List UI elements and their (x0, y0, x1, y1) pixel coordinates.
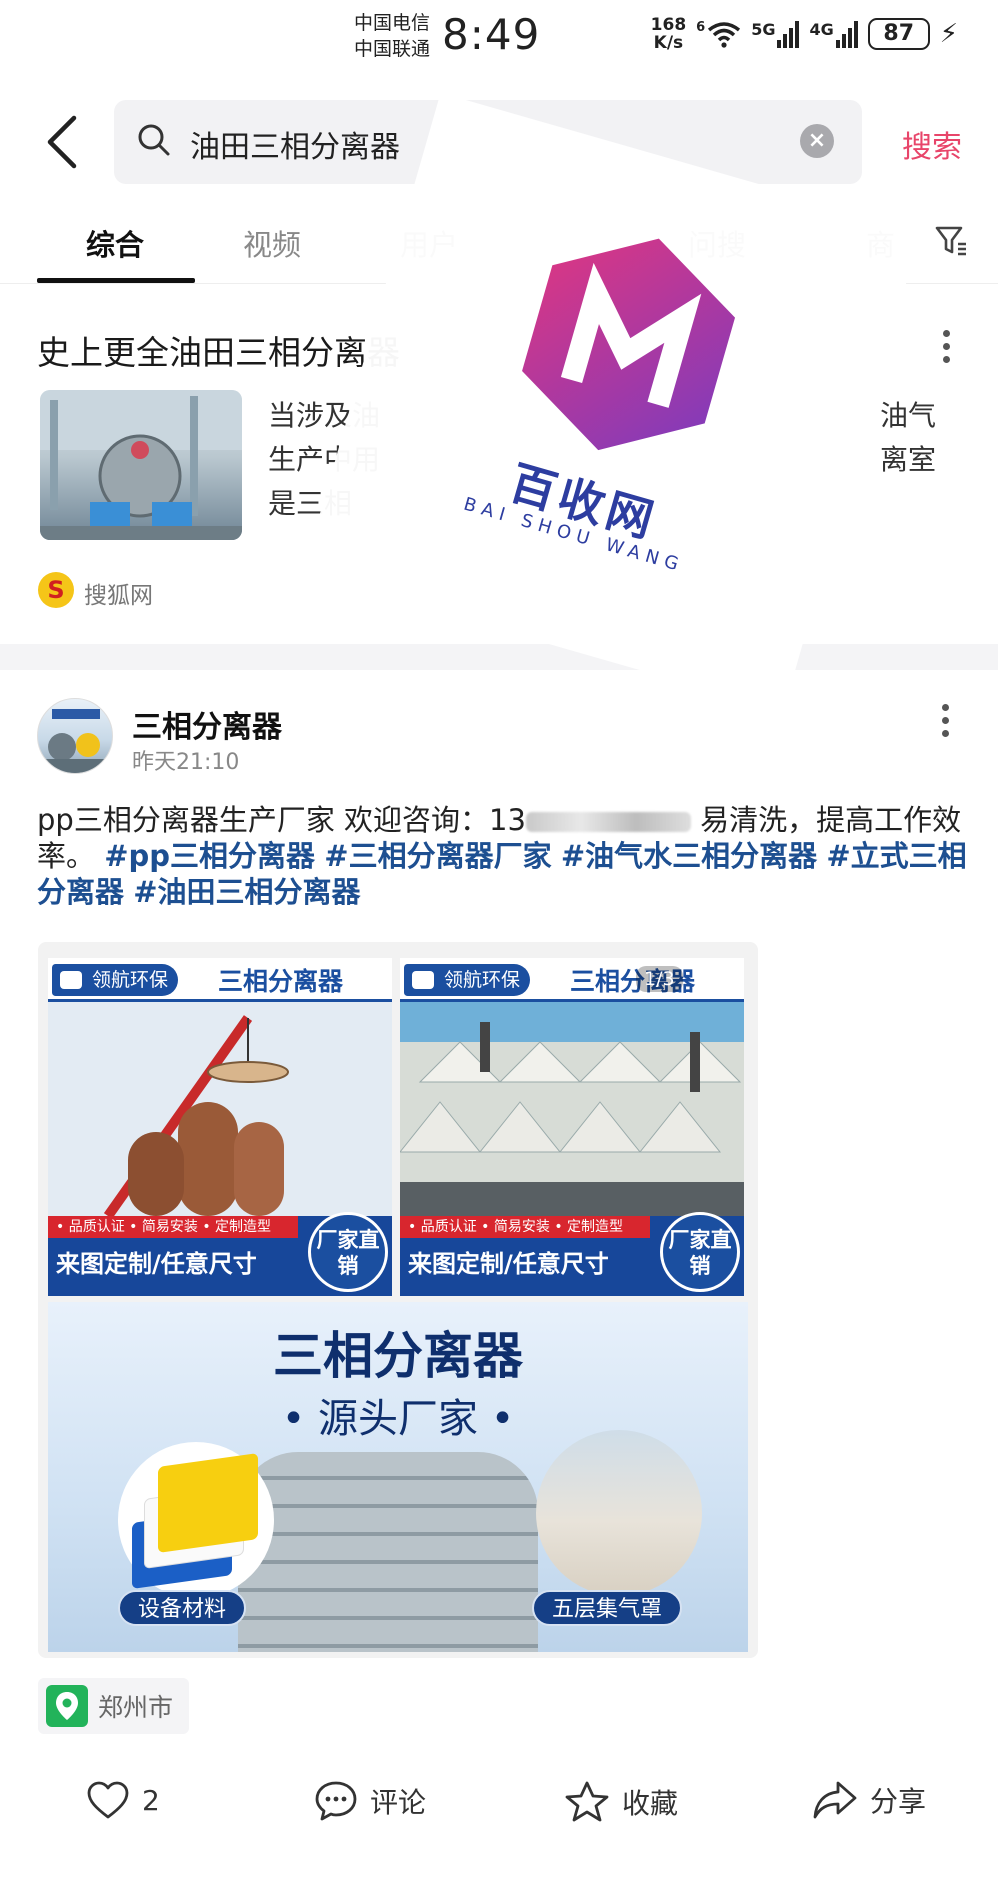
product-image-2[interactable]: 领航环保 三相分离器 1/3 • 品质认证 • 简易安装 • 定制造型 来图定制… (400, 958, 744, 1296)
quality-strip: • 品质认证 • 简易安装 • 定制造型 (400, 1216, 650, 1238)
location-tag[interactable]: 郑州市 (38, 1678, 190, 1734)
image-page-indicator: 1/3 (636, 966, 683, 992)
signal-5g-label: 5G (751, 20, 776, 39)
wifi-icon: 6 (696, 20, 741, 48)
search-results-page: 中国电信 中国联通 8:49 168 K/s 6 5G 4G 87 ⚡ 油田三相… (0, 0, 998, 1893)
clock: 8:49 (442, 10, 541, 59)
yellow-plate-icon (158, 1452, 258, 1554)
post-time: 昨天21:10 (132, 750, 240, 775)
tab-comprehensive[interactable]: 综合 (86, 222, 144, 264)
comment-button[interactable]: 评论 (314, 1780, 426, 1822)
net-speed: 168 K/s (651, 16, 687, 52)
battery-icon: 87 (867, 18, 930, 50)
back-arrow-icon (47, 115, 77, 169)
like-button[interactable]: 2 (86, 1780, 160, 1820)
like-count: 2 (142, 1783, 160, 1817)
charging-icon: ⚡ (939, 19, 958, 49)
filter-icon[interactable] (934, 224, 968, 262)
comment-icon (315, 1781, 357, 1821)
article-thumbnail[interactable] (40, 390, 242, 540)
article-snippet-right-2: 离室 (880, 443, 937, 476)
brand-badge: 领航环保 (52, 964, 179, 996)
signal-4g-label: 4G (809, 20, 834, 39)
post-image-gallery[interactable]: 领航环保 三相分离器 • 品质认证 • 简易安装 • 定制造型 来图定制/任意尺… (38, 942, 758, 1658)
tank-scene-icon (400, 1002, 744, 1216)
carrier-2: 中国联通 (354, 38, 431, 60)
direct-sale-badge: 厂家直销 (660, 1212, 740, 1292)
product-banner-image[interactable]: 三相分离器 • 源头厂家 • 设备材料 五层集气罩 (48, 1302, 748, 1652)
article-source[interactable]: 搜狐网 (84, 576, 153, 610)
hashtag[interactable]: #油田三相分离器 (133, 875, 360, 909)
avatar[interactable] (37, 698, 113, 774)
search-query: 油田三相分离器 (190, 130, 400, 165)
signal-5g-icon: 5G (751, 20, 800, 48)
tab-video[interactable]: 视频 (243, 222, 301, 264)
carrier-info: 中国电信 中国联通 (354, 10, 430, 62)
hashtag[interactable]: #pp三相分离器 (104, 839, 315, 873)
share-button[interactable]: 分享 (812, 1780, 926, 1820)
redacted-phone (525, 812, 691, 832)
post-body: pp三相分离器生产厂家 欢迎咨询：13 易清洗，提高工作效率。 #pp三相分离器… (37, 802, 967, 910)
avatar-image-icon (38, 709, 112, 773)
custom-size-label: 来图定制/任意尺寸 (56, 1250, 257, 1278)
factory-image-icon (40, 390, 242, 540)
product-image-1[interactable]: 领航环保 三相分离器 • 品质认证 • 简易安装 • 定制造型 来图定制/任意尺… (48, 958, 392, 1296)
post-author[interactable]: 三相分离器 (132, 702, 282, 746)
post-text-start: pp三相分离器生产厂家 欢迎咨询：13 (37, 803, 526, 837)
status-icons: 168 K/s 6 5G 4G 87 ⚡ (651, 16, 958, 52)
status-bar: 中国电信 中国联通 8:49 168 K/s 6 5G 4G 87 ⚡ (0, 0, 998, 78)
sohu-logo-icon: S (38, 572, 74, 608)
back-button[interactable] (42, 112, 82, 172)
image-title: 三相分离器 (218, 967, 344, 996)
post-action-bar: 2 评论 收藏 分享 (0, 1766, 998, 1846)
watermark-overlay: 百收网 BAI SHOU WANG (302, 92, 922, 712)
gas-hood-circle (536, 1430, 702, 1596)
direct-sale-badge: 厂家直销 (308, 1212, 388, 1292)
location-label: 郑州市 (98, 1693, 174, 1722)
heart-icon (87, 1781, 129, 1819)
favorite-label: 收藏 (622, 1787, 679, 1820)
share-icon (813, 1781, 857, 1819)
separator-structure-image (238, 1452, 538, 1652)
article-title[interactable]: 史上更全油田三相分离器 (37, 326, 400, 374)
brand-badge: 领航环保 (404, 964, 531, 996)
active-tab-indicator (37, 278, 195, 283)
hashtag[interactable]: #油气水三相分离器 (561, 839, 817, 873)
search-icon (136, 122, 172, 162)
favorite-button[interactable]: 收藏 (564, 1780, 678, 1824)
location-pin-icon (46, 1685, 88, 1727)
crane-scene-icon (48, 1002, 392, 1216)
net-speed-value: 168 (650, 15, 687, 35)
image-footer: • 品质认证 • 简易安装 • 定制造型 来图定制/任意尺寸 厂家直销 (400, 1212, 744, 1296)
article-snippet-right-1: 油气 (880, 399, 937, 432)
banner-title: 三相分离器 (273, 1327, 523, 1385)
image-header: 领航环保 三相分离器 (400, 958, 744, 1002)
share-label: 分享 (870, 1785, 927, 1818)
hashtag[interactable]: #三相分离器厂家 (324, 839, 551, 873)
image-header: 领航环保 三相分离器 (48, 958, 392, 1002)
clear-icon[interactable]: × (800, 124, 834, 158)
comment-label: 评论 (370, 1786, 427, 1819)
post-more-options-icon[interactable] (942, 704, 952, 743)
image-footer: • 品质认证 • 简易安装 • 定制造型 来图定制/任意尺寸 厂家直销 (48, 1212, 392, 1296)
gas-hood-pill: 五层集气罩 (532, 1590, 683, 1626)
baishouwang-logo-icon (522, 238, 736, 451)
net-speed-unit: K/s (653, 33, 684, 53)
quality-strip: • 品质认证 • 简易安装 • 定制造型 (48, 1216, 298, 1238)
section-divider (0, 644, 998, 670)
signal-4g-icon: 4G (809, 20, 858, 48)
custom-size-label: 来图定制/任意尺寸 (408, 1250, 609, 1278)
search-button[interactable]: 搜索 (902, 122, 962, 166)
equipment-material-pill: 设备材料 (118, 1590, 247, 1626)
carrier-1: 中国电信 (354, 12, 431, 34)
star-icon (565, 1781, 609, 1822)
more-options-icon[interactable] (943, 330, 953, 369)
wifi-label: 6 (696, 20, 706, 35)
